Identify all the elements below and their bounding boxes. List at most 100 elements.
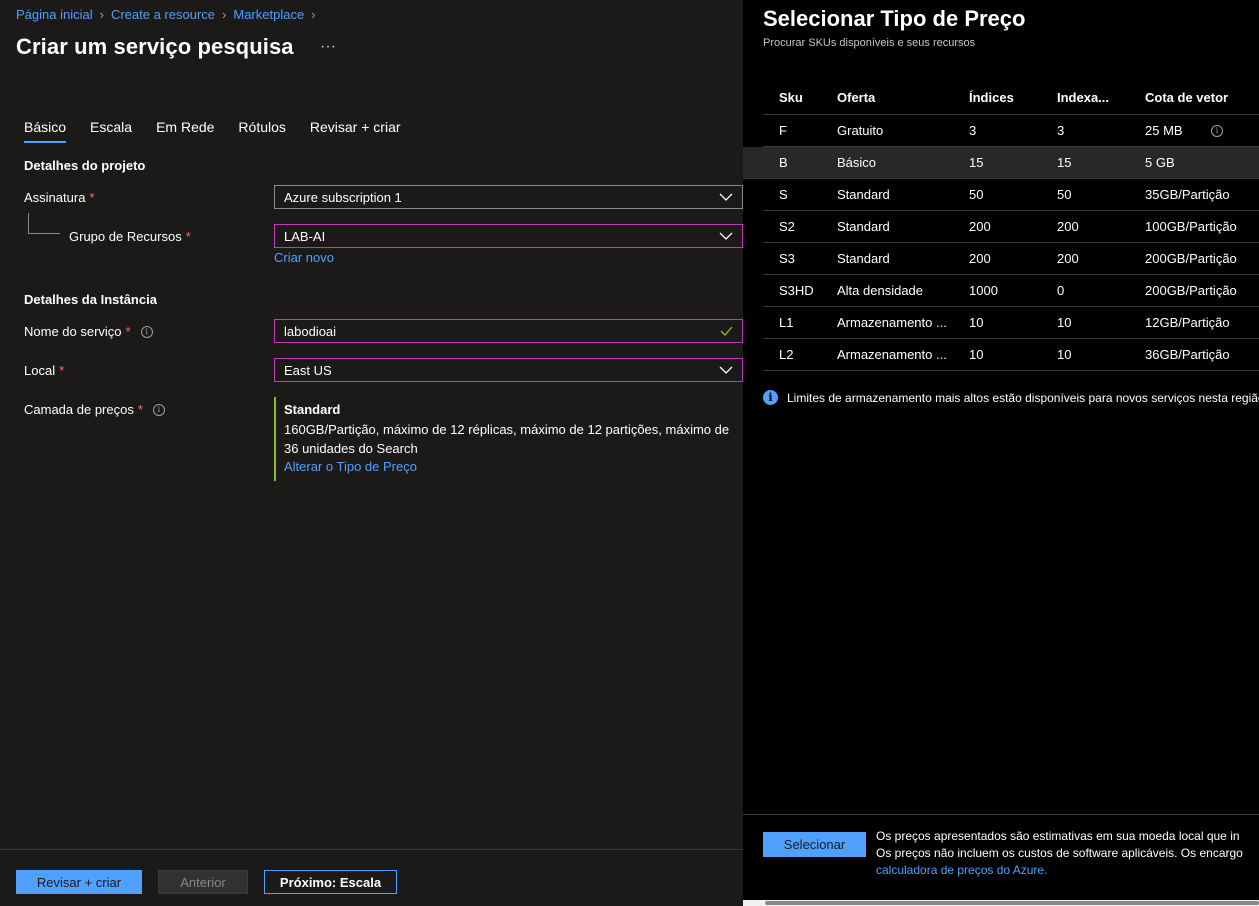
breadcrumb-create-resource[interactable]: Create a resource (111, 7, 215, 22)
cell-indexes: 200 (969, 219, 991, 234)
service-name-input[interactable]: labodioai (274, 319, 743, 343)
instance-details-heading: Detalhes da Instância (24, 292, 157, 307)
cell-indexers: 10 (1057, 347, 1072, 362)
cell-offer: Standard (837, 187, 890, 202)
required-marker: * (137, 402, 143, 417)
chevron-down-icon (719, 193, 733, 201)
cell-offer: Básico (837, 155, 877, 170)
change-pricing-tier-link[interactable]: Alterar o Tipo de Preço (284, 459, 744, 474)
table-row[interactable]: S3HD Alta densidade 1000 0 200GB/Partição (763, 275, 1259, 307)
table-row[interactable]: L1 Armazenamento ... 10 10 12GB/Partição (763, 307, 1259, 339)
cell-offer: Armazenamento ... (837, 347, 947, 362)
location-value: East US (284, 362, 332, 378)
location-dropdown[interactable]: East US (274, 358, 743, 382)
cell-indexers: 0 (1057, 283, 1065, 298)
column-header-indexers[interactable]: Indexa... (1057, 82, 1137, 114)
panel-subtitle: Procurar SKUs disponíveis e seus recurso… (763, 37, 976, 49)
location-label-text: Local (24, 363, 56, 378)
create-new-link[interactable]: Criar novo (274, 250, 334, 265)
info-icon[interactable]: i (152, 403, 165, 416)
table-row[interactable]: S3 Standard 200 200 200GB/Partição (763, 243, 1259, 275)
chevron-down-icon (719, 232, 733, 240)
cell-indexes: 3 (969, 123, 977, 138)
info-icon[interactable]: i (140, 325, 153, 338)
cell-offer: Standard (837, 219, 890, 234)
tree-connector (28, 213, 60, 234)
column-header-vector-quota[interactable]: Cota de vetor (1145, 82, 1259, 114)
page-title: Criar um serviço pesquisa (16, 34, 294, 59)
cell-indexers: 10 (1057, 315, 1072, 330)
service-name-label: Nome do serviço * i (24, 324, 153, 339)
location-label: Local * (24, 363, 64, 378)
review-create-button[interactable]: Revisar + criar (16, 870, 142, 894)
select-button[interactable]: Selecionar (763, 832, 866, 857)
pricing-calculator-link[interactable]: calculadora de preços do Azure. (876, 862, 1243, 879)
tab-escala[interactable]: Escala (90, 119, 132, 143)
column-header-sku[interactable]: Sku (779, 82, 831, 114)
more-options-icon[interactable]: ··· (320, 38, 336, 56)
cell-indexes: 200 (969, 251, 991, 266)
cell-quota: 25 MB (1145, 123, 1183, 138)
footer-divider (0, 849, 743, 850)
cell-quota: 100GB/Partição (1145, 219, 1237, 234)
tab-em-rede[interactable]: Em Rede (156, 119, 214, 143)
cell-quota: 12GB/Partição (1145, 315, 1230, 330)
breadcrumb-marketplace[interactable]: Marketplace (233, 7, 304, 22)
cell-indexes: 1000 (969, 283, 998, 298)
column-header-offer[interactable]: Oferta (837, 82, 953, 114)
required-marker: * (185, 229, 191, 244)
panel-title: Selecionar Tipo de Preço (763, 6, 1026, 31)
cell-indexes: 50 (969, 187, 984, 202)
sku-table: Sku Oferta Índices Indexa... Cota de vet… (743, 82, 1259, 371)
cell-quota: 35GB/Partição (1145, 187, 1230, 202)
table-row[interactable]: S Standard 50 50 35GB/Partição (763, 179, 1259, 211)
cell-offer: Alta densidade (837, 283, 924, 298)
subscription-dropdown[interactable]: Azure subscription 1 (274, 185, 743, 209)
pricing-tier-label-text: Camada de preços (24, 402, 134, 417)
subscription-value: Azure subscription 1 (284, 189, 402, 205)
create-search-service-blade: Página inicial › Create a resource › Mar… (0, 0, 743, 906)
table-row[interactable]: F Gratuito 3 3 25 MB i (763, 115, 1259, 147)
cell-sku: S2 (779, 219, 795, 234)
chevron-right-icon: › (99, 7, 104, 22)
tab-revisar-criar[interactable]: Revisar + criar (310, 119, 401, 143)
cell-quota: 36GB/Partição (1145, 347, 1230, 362)
cell-indexers: 15 (1057, 155, 1072, 170)
cell-sku: L1 (779, 315, 794, 330)
column-header-indexes[interactable]: Índices (969, 82, 1049, 114)
required-marker: * (89, 190, 95, 205)
scrollbar-thumb[interactable] (765, 901, 1259, 905)
pricing-note-line2: Os preços não incluem os custos de softw… (876, 846, 1243, 860)
next-scale-button[interactable]: Próximo: Escala (264, 870, 397, 894)
pricing-tier-label: Camada de preços * i (24, 402, 165, 417)
service-name-label-text: Nome do serviço (24, 324, 122, 339)
pricing-note: Os preços apresentados são estimativas e… (876, 828, 1243, 879)
panel-footer-divider (743, 814, 1259, 815)
service-name-value: labodioai (284, 323, 337, 339)
table-row[interactable]: B Básico 15 15 5 GB (743, 147, 1259, 179)
project-details-heading: Detalhes do projeto (24, 158, 146, 173)
cell-indexes: 10 (969, 315, 984, 330)
required-marker: * (59, 363, 65, 378)
cell-indexes: 10 (969, 347, 984, 362)
subscription-label: Assinatura * (24, 190, 94, 205)
table-header: Sku Oferta Índices Indexa... Cota de vet… (763, 82, 1259, 115)
cell-sku: F (779, 123, 787, 138)
tab-basico[interactable]: Básico (24, 119, 67, 143)
chevron-down-icon (719, 366, 733, 374)
cell-quota: 5 GB (1145, 155, 1175, 170)
info-icon[interactable]: i (1211, 125, 1223, 137)
resource-group-dropdown[interactable]: LAB-AI (274, 224, 743, 248)
cell-indexers: 3 (1057, 123, 1065, 138)
table-row[interactable]: L2 Armazenamento ... 10 10 36GB/Partição (763, 339, 1259, 371)
tab-rotulos[interactable]: Rótulos (238, 119, 285, 143)
tier-name: Standard (284, 402, 341, 417)
cell-sku: L2 (779, 347, 794, 362)
horizontal-scrollbar[interactable] (743, 900, 1259, 906)
cell-indexers: 50 (1057, 187, 1072, 202)
table-row[interactable]: S2 Standard 200 200 100GB/Partição (763, 211, 1259, 243)
breadcrumb-home[interactable]: Página inicial (16, 7, 93, 22)
previous-button[interactable]: Anterior (158, 870, 248, 894)
resource-group-value: LAB-AI (284, 228, 326, 244)
subscription-label-text: Assinatura (24, 190, 86, 205)
